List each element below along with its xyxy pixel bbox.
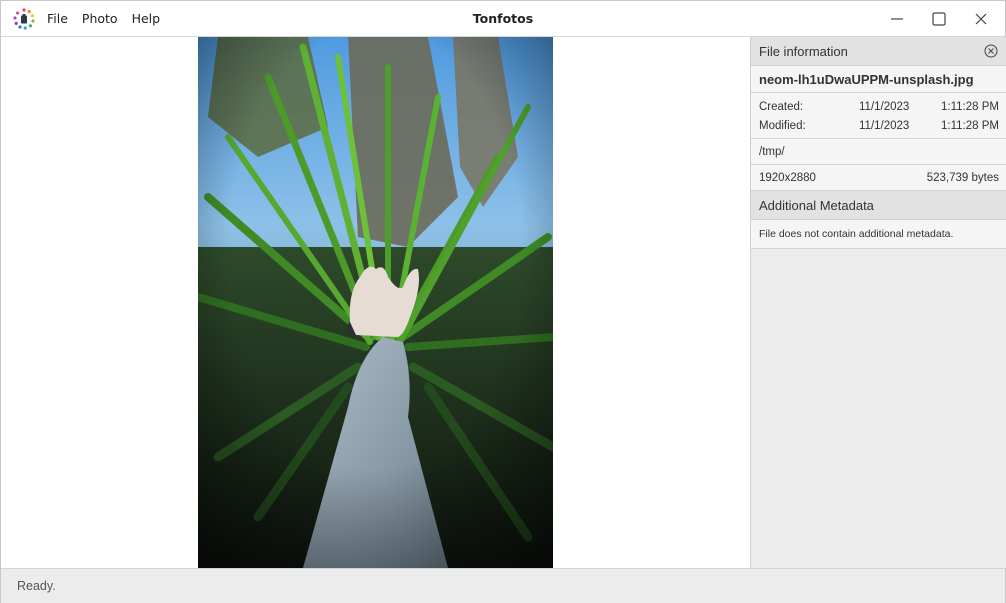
minimize-icon [891,18,903,20]
status-text: Ready. [17,579,56,593]
file-info-header: File information [751,37,1006,66]
app-window: File Photo Help Tonfotos File informatio… [0,0,1006,603]
file-name: neom-lh1uDwaUPPM-unsplash.jpg [759,71,974,87]
menu-photo[interactable]: Photo [82,11,118,26]
image-viewport[interactable] [1,37,750,568]
filename-section: neom-lh1uDwaUPPM-unsplash.jpg [751,66,1006,93]
image-dimensions: 1920x2880 [759,171,816,184]
modified-row: Modified: 11/1/2023 1:11:28 PM [751,116,1006,135]
file-path[interactable]: /tmp/ [751,139,1006,164]
photo-image [198,37,553,568]
close-button[interactable] [967,5,995,33]
minimize-button[interactable] [883,5,911,33]
additional-metadata-section: File does not contain additional metadat… [751,220,1006,249]
file-size: 523,739 bytes [926,171,999,184]
menu-bar: File Photo Help [47,1,174,36]
title-bar[interactable]: File Photo Help Tonfotos [1,1,1005,37]
photo-preview[interactable] [198,37,553,568]
created-label: Created: [759,100,804,113]
created-date: 11/1/2023 [859,100,910,113]
close-icon [975,13,987,25]
menu-help[interactable]: Help [132,11,161,26]
maximize-icon [932,12,946,26]
close-circle-icon[interactable] [984,44,998,58]
created-row: Created: 11/1/2023 1:11:28 PM [751,97,1006,116]
modified-date: 11/1/2023 [859,119,910,132]
additional-metadata-header: Additional Metadata [751,191,1006,220]
created-time: 1:11:28 PM [941,100,999,113]
dims-row: 1920x2880 523,739 bytes [751,165,1006,190]
status-bar: Ready. [1,568,1005,603]
additional-metadata-title: Additional Metadata [759,197,874,213]
file-info-panel: File information neom-lh1uDwaUPPM-unspla… [750,37,1006,568]
dims-section: 1920x2880 523,739 bytes [751,165,1006,191]
maximize-button[interactable] [925,5,953,33]
menu-file[interactable]: File [47,11,68,26]
additional-metadata-note: File does not contain additional metadat… [759,228,954,240]
path-section: /tmp/ [751,139,1006,165]
dates-section: Created: 11/1/2023 1:11:28 PM Modified: … [751,93,1006,139]
modified-label: Modified: [759,119,806,132]
tonfotos-app-icon [13,8,35,30]
modified-time: 1:11:28 PM [941,119,999,132]
file-info-title: File information [759,43,848,59]
